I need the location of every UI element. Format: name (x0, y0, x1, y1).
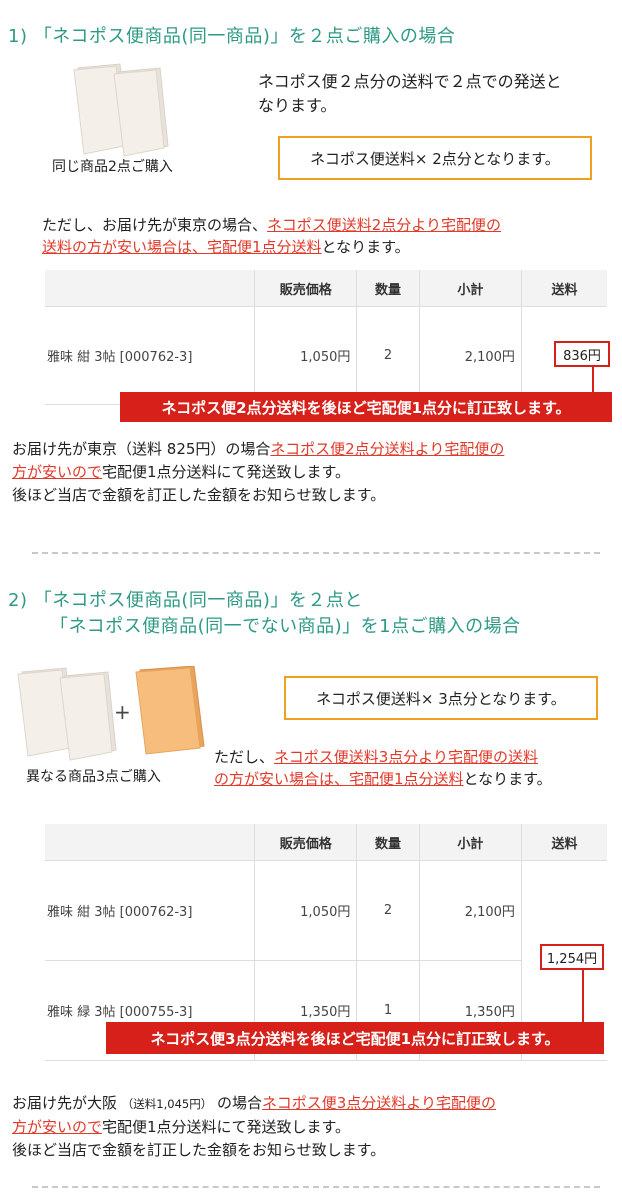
table-row: 雅味 紺 3帖 [000762-3] 1,050円 2 2,100円 (45, 306, 607, 405)
table-header-product (45, 824, 255, 861)
section2-footer-mid: の場合 (217, 1094, 263, 1112)
table-header-product (45, 270, 255, 307)
table-header-qty: 数量 (356, 270, 420, 307)
table-header-shipping: 送料 (520, 270, 607, 307)
table-cell-product: 雅味 紺 3帖 [000762-3] (45, 860, 255, 961)
table-header-qty: 数量 (356, 824, 420, 861)
section2-footer: お届け先が大阪 （送料1,045円） の場合ネコポス便3点分送料より宅配便の 方… (12, 1092, 612, 1162)
section2-caption: 異なる商品3点ご購入 (26, 769, 161, 785)
section1-footer-prefix: お届け先が東京（送料 825円）の場合 (12, 440, 271, 458)
section2-footer-red1: ネコポス便3点分送料より宅配便の (262, 1094, 496, 1112)
section1-caption: 同じ商品2点ご購入 (52, 159, 173, 175)
table-cell-qty: 2 (356, 306, 420, 405)
section1-correction-banner: ネコポス便2点分送料を後ほど宅配便1点分に訂正致します。 (120, 392, 612, 422)
section1-note-red2: 送料の方が安い場合は、宅配便1点分送料 (42, 238, 322, 256)
table-header-row: 販売価格 数量 小計 送料 (45, 270, 607, 307)
section2-note-red2: の方が安い場合は、宅配便1点分送料 (214, 770, 464, 788)
section1-footer: お届け先が東京（送料 825円）の場合ネコポス便2点分送料より宅配便の 方が安い… (12, 438, 612, 507)
table-cell-qty: 2 (356, 860, 420, 961)
table-cell-price: 1,050円 (254, 860, 357, 961)
section2-note-red1: ネコポス便送料3点分より宅配便の送料 (274, 748, 538, 766)
section-divider (32, 552, 600, 554)
section1-shipping-amount: 836円 (554, 341, 610, 367)
table-cell-product: 雅味 紺 3帖 [000762-3] (45, 306, 255, 405)
plus-sign: + (114, 700, 131, 724)
section1-desc-line1: ネコポス便２点分の送料で２点での発送と (258, 72, 562, 91)
section1-callout-line (592, 367, 594, 395)
table-row: 雅味 紺 3帖 [000762-3] 1,050円 2 2,100円 (45, 860, 607, 1061)
section2-note-suffix: となります。 (463, 770, 552, 788)
section2-heading-line2: 「ネコポス便商品(同一でない商品)」を1点ご購入の場合 (50, 616, 521, 637)
table-cell-subtotal: 2,100円 (418, 860, 522, 961)
table-header-shipping: 送料 (520, 824, 607, 861)
section1-note-suffix: となります。 (321, 238, 410, 256)
section1-note: ただし、お届け先が東京の場合、ネコポス便送料2点分より宅配便の 送料の方が安い場… (42, 214, 602, 258)
table-header-price: 販売価格 (254, 270, 357, 307)
section2-note: ただし、ネコポス便送料3点分より宅配便の送料 の方が安い場合は、宅配便1点分送料… (214, 746, 614, 790)
section1-footer-red1: ネコポス便2点分送料より宅配便の (270, 440, 505, 458)
section2-footer-line3: 後ほど当店で金額を訂正した金額をお知らせ致します。 (12, 1141, 386, 1159)
section-divider-bottom (32, 1186, 600, 1188)
table-cell-subtotal: 2,100円 (418, 306, 522, 405)
table-header-subtotal: 小計 (418, 270, 522, 307)
section1-footer-line3: 後ほど当店で金額を訂正した金額をお知らせ致します。 (12, 486, 386, 504)
section2-footer-small: （送料1,045円） (121, 1097, 213, 1111)
package-image-white-pair (17, 667, 117, 761)
section2-heading-line1: 2) 「ネコポス便商品(同一商品)」を２点と (8, 590, 363, 611)
section2-callout-line (582, 970, 584, 1024)
section2-footer-red2: 方が安いので (12, 1118, 103, 1136)
section1-desc-line2: なります。 (258, 96, 337, 115)
section2-shipping-box: ネコポス便送料× 3点分となります。 (284, 676, 598, 720)
package-image-orange (135, 666, 205, 755)
section1-heading: 1) 「ネコポス便商品(同一商品)」を２点ご購入の場合 (8, 26, 456, 47)
section2-note-prefix: ただし、 (214, 748, 275, 766)
table-header-price: 販売価格 (254, 824, 357, 861)
section1-footer-red2: 方が安いので (12, 463, 103, 481)
section2-footer-prefix: お届け先が大阪 (12, 1094, 118, 1112)
section2-shipping-amount: 1,254円 (540, 944, 604, 970)
section1-description: ネコポス便２点分の送料で２点での発送と なります。 (258, 70, 562, 118)
table-header-row: 販売価格 数量 小計 送料 (45, 824, 607, 861)
section1-footer-after: 宅配便1点分送料にて発送致します。 (102, 463, 351, 481)
table-cell-price: 1,050円 (254, 306, 357, 405)
section2-footer-after: 宅配便1点分送料にて発送致します。 (102, 1118, 351, 1136)
package-image-same (73, 63, 169, 157)
section1-note-prefix: ただし、お届け先が東京の場合、 (42, 216, 268, 234)
section1-note-red1: ネコポス便送料2点分より宅配便の (267, 216, 501, 234)
section1-shipping-box: ネコポス便送料× 2点分となります。 (278, 136, 592, 180)
table-header-subtotal: 小計 (418, 824, 522, 861)
section2-correction-banner: ネコポス便3点分送料を後ほど宅配便1点分に訂正致します。 (106, 1022, 604, 1054)
section1-order-table: 販売価格 数量 小計 送料 雅味 紺 3帖 [000762-3] 1,050円 … (45, 270, 607, 405)
